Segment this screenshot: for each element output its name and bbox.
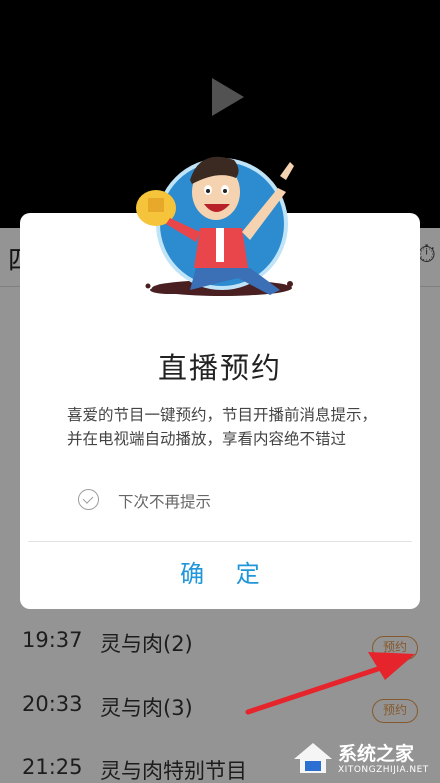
cartoon-man-illustration-icon xyxy=(136,156,294,296)
annotation-arrow-icon xyxy=(245,652,415,715)
dialog-title: 直播预约 xyxy=(157,351,282,385)
checkmark-circle-icon[interactable] xyxy=(78,489,99,510)
checkbox-label: 下次不再提示 xyxy=(118,493,212,511)
dialog-divider xyxy=(28,541,412,542)
confirm-button[interactable]: 确 定 xyxy=(20,552,420,596)
watermark-url: XITONGZHIJIA.NET xyxy=(338,765,429,775)
watermark-text: 系统之家 xyxy=(338,743,415,765)
site-watermark: 系统之家 XITONGZHIJIA.NET xyxy=(290,735,440,783)
dialog-description: 喜爱的节目一键预约，节目开播前消息提示，并在电视端自动播放，享看内容绝不错过 xyxy=(67,406,378,448)
watermark-logo-icon xyxy=(294,743,332,773)
